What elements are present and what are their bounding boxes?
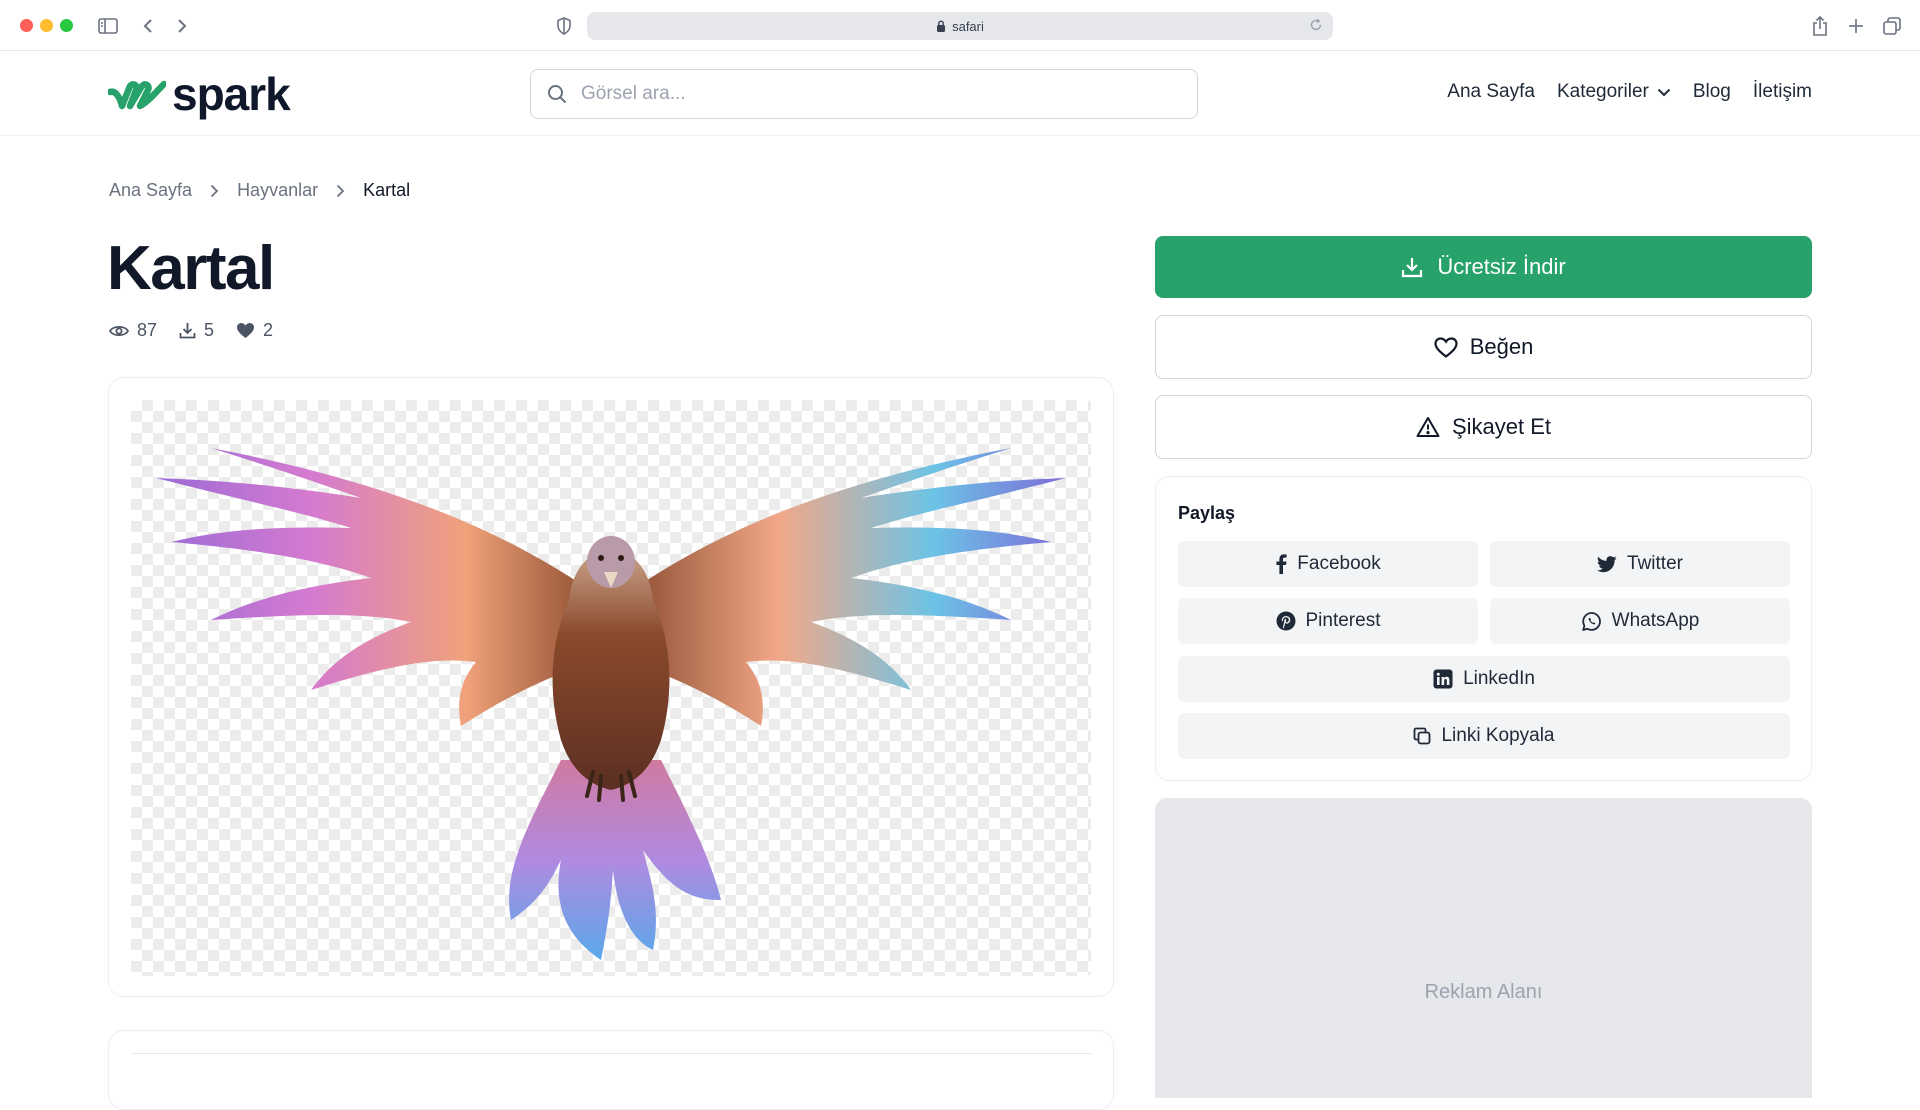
nav-home-label: Ana Sayfa bbox=[1447, 81, 1535, 102]
nav-contact-label: İletişim bbox=[1752, 81, 1812, 102]
nav-home[interactable]: Ana Sayfa bbox=[1447, 81, 1535, 103]
copy-link-button[interactable]: Linki Kopyala bbox=[1178, 713, 1790, 759]
facebook-icon bbox=[1276, 554, 1287, 574]
forward-icon[interactable] bbox=[170, 14, 194, 38]
pinterest-icon bbox=[1276, 611, 1295, 631]
site-header: spark Ana Sayfa Kategoriler Blog İletişi… bbox=[0, 51, 1920, 136]
share-pinterest-button[interactable]: Pinterest bbox=[1178, 598, 1478, 644]
share-twitter-button[interactable]: Twitter bbox=[1490, 541, 1790, 587]
image-stats: 87 5 2 bbox=[109, 320, 273, 341]
reload-icon[interactable] bbox=[1309, 18, 1323, 32]
breadcrumb-home[interactable]: Ana Sayfa bbox=[109, 180, 192, 201]
logo-text: spark bbox=[172, 68, 291, 120]
likes-stat: 2 bbox=[236, 320, 273, 341]
sidebar-toggle-icon[interactable] bbox=[96, 14, 120, 38]
downloads-stat: 5 bbox=[179, 320, 214, 341]
download-icon bbox=[179, 323, 196, 339]
maximize-window-button[interactable] bbox=[60, 19, 73, 32]
nav-categories[interactable]: Kategoriler bbox=[1557, 81, 1671, 103]
share-whatsapp-label: WhatsApp bbox=[1611, 610, 1700, 631]
page-title: Kartal bbox=[107, 234, 275, 303]
privacy-shield-icon[interactable] bbox=[552, 14, 576, 38]
share-pinterest-label: Pinterest bbox=[1305, 610, 1381, 631]
close-window-button[interactable] bbox=[20, 19, 33, 32]
copy-icon bbox=[1414, 727, 1431, 745]
twitter-icon bbox=[1597, 555, 1617, 572]
address-bar[interactable]: safari bbox=[587, 12, 1333, 40]
views-stat: 87 bbox=[109, 320, 157, 341]
breadcrumb: Ana Sayfa Hayvanlar Kartal bbox=[109, 180, 410, 201]
linkedin-icon bbox=[1433, 669, 1453, 689]
search-icon bbox=[548, 85, 567, 104]
share-facebook-label: Facebook bbox=[1297, 553, 1381, 574]
whatsapp-icon bbox=[1581, 611, 1601, 631]
chevron-right-icon bbox=[210, 184, 219, 197]
share-linkedin-label: LinkedIn bbox=[1463, 668, 1535, 689]
chevron-down-icon bbox=[1657, 88, 1671, 96]
chevron-right-icon bbox=[336, 184, 345, 197]
nav-categories-label: Kategoriler bbox=[1556, 81, 1649, 102]
transparent-background bbox=[131, 400, 1091, 976]
share-linkedin-button[interactable]: LinkedIn bbox=[1178, 656, 1790, 702]
breadcrumb-category[interactable]: Hayvanlar bbox=[237, 180, 318, 201]
minimize-window-button[interactable] bbox=[40, 19, 53, 32]
ad-label: Reklam Alanı bbox=[1424, 981, 1543, 1003]
heart-filled-icon bbox=[237, 323, 255, 338]
report-button[interactable]: Şikayet Et bbox=[1155, 395, 1812, 459]
lock-icon bbox=[937, 20, 946, 32]
free-download-label: Ücretsiz İndir bbox=[1437, 254, 1566, 279]
logo-mark-icon bbox=[108, 80, 166, 110]
nav-blog[interactable]: Blog bbox=[1693, 81, 1731, 103]
divider bbox=[131, 1053, 1091, 1054]
nav-blog-label: Blog bbox=[1692, 81, 1731, 102]
download-icon bbox=[1402, 258, 1423, 278]
share-twitter-label: Twitter bbox=[1627, 553, 1683, 574]
share-card: Paylaş Facebook Twitter Pinterest WhatsA… bbox=[1155, 476, 1812, 781]
new-tab-icon[interactable] bbox=[1844, 14, 1868, 38]
like-label: Beğen bbox=[1469, 334, 1534, 359]
nav-contact[interactable]: İletişim bbox=[1753, 81, 1812, 103]
share-whatsapp-button[interactable]: WhatsApp bbox=[1490, 598, 1790, 644]
image-preview-card bbox=[108, 377, 1114, 997]
search-input[interactable] bbox=[581, 83, 1141, 105]
eye-icon bbox=[109, 325, 129, 336]
breadcrumb-current: Kartal bbox=[363, 180, 411, 200]
like-button[interactable]: Beğen bbox=[1155, 315, 1812, 379]
site-logo[interactable]: spark bbox=[108, 68, 291, 120]
report-label: Şikayet Et bbox=[1451, 414, 1552, 439]
downloads-count: 5 bbox=[204, 320, 215, 340]
heart-icon bbox=[1434, 336, 1458, 358]
warning-triangle-icon bbox=[1416, 417, 1440, 437]
tab-overview-icon[interactable] bbox=[1880, 14, 1904, 38]
share-page-icon[interactable] bbox=[1808, 14, 1832, 38]
details-card bbox=[108, 1030, 1114, 1110]
share-title: Paylaş bbox=[1178, 503, 1236, 523]
ad-placeholder: Reklam Alanı bbox=[1155, 798, 1812, 1098]
free-download-button[interactable]: Ücretsiz İndir bbox=[1155, 236, 1812, 298]
views-count: 87 bbox=[137, 320, 158, 340]
address-text: safari bbox=[952, 18, 984, 34]
likes-count: 2 bbox=[263, 320, 274, 340]
share-facebook-button[interactable]: Facebook bbox=[1178, 541, 1478, 587]
copy-link-label: Linki Kopyala bbox=[1441, 725, 1555, 746]
main-nav: Ana Sayfa Kategoriler Blog İletişim bbox=[1447, 81, 1812, 103]
browser-toolbar: safari bbox=[0, 0, 1920, 51]
search-box[interactable] bbox=[530, 69, 1198, 119]
back-icon[interactable] bbox=[136, 14, 160, 38]
eagle-image[interactable] bbox=[131, 400, 1091, 976]
